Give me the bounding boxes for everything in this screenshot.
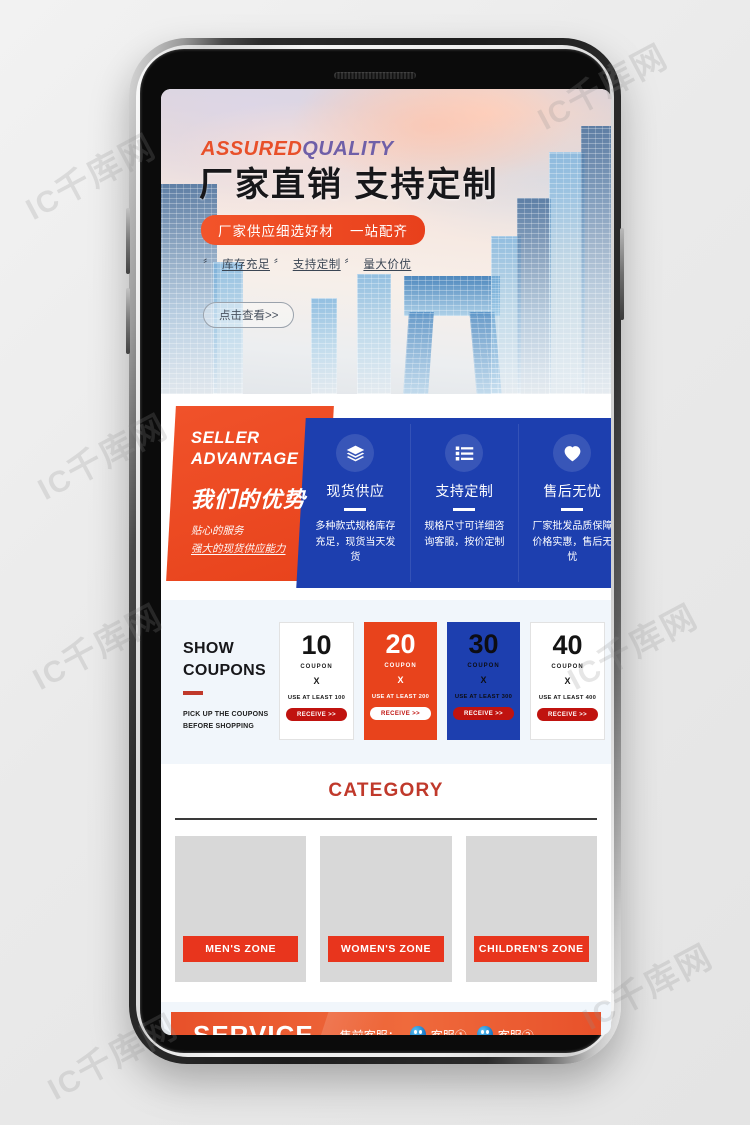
coupon-label: COUPON: [551, 664, 584, 670]
hero-pill-badge: 厂家供应细选好材 一站配齐: [201, 215, 425, 246]
advantage-english-line1: SELLER: [191, 429, 260, 447]
advantage-subtext: 贴心的服务 强大的现货供应能力: [191, 523, 329, 558]
heart-icon: [553, 434, 592, 472]
category-list: MEN'S ZONE WOMEN'S ZONE CHILDREN'S ZONE: [161, 820, 611, 982]
hero-english-heading: ASSUREDQUALITY: [201, 139, 611, 159]
category-title: CATEGORY: [328, 780, 444, 801]
hero-title: 厂家直销 支持定制: [199, 166, 499, 204]
service-bar: SERVICE 售前客服： 客服① 客服②: [171, 1012, 601, 1035]
hero-content: ASSUREDQUALITY 厂家直销 支持定制 厂家供应细选好材 一站配齐 〞库…: [161, 89, 611, 329]
advantage-sub1: 贴心的服务: [191, 525, 244, 538]
quote-mark: 〞: [344, 259, 357, 272]
hero-banner: ASSUREDQUALITY 厂家直销 支持定制 厂家供应细选好材 一站配齐 〞库…: [161, 89, 611, 394]
earpiece-speaker: [334, 72, 416, 79]
hero-tag: 支持定制: [292, 259, 341, 272]
hero-tag: 库存充足: [222, 259, 270, 272]
layers-icon: [336, 434, 375, 472]
coupons-note-line1: PICK UP THE COUPONS: [183, 711, 269, 719]
coupons-heading-block: SHOW COUPONS PICK UP THE COUPONS BEFORE …: [161, 622, 279, 733]
hero-cta-button[interactable]: 点击查看>>: [203, 302, 295, 329]
advantage-english-heading: SELLER ADVANTAGE: [191, 428, 329, 469]
hero-pill-left: 厂家供应细选好材: [218, 224, 334, 240]
coupon-receive-button[interactable]: RECEIVE >>: [452, 707, 514, 720]
coupon-minimum: USE AT LEAST 100: [287, 695, 346, 701]
phone-mockup: ASSUREDQUALITY 厂家直销 支持定制 厂家供应细选好材 一站配齐 〞库…: [126, 38, 624, 1064]
service-agent-link[interactable]: 客服①: [431, 1027, 467, 1036]
volume-down-button[interactable]: [126, 288, 130, 354]
service-section: SERVICE 售前客服： 客服① 客服②: [161, 1002, 611, 1035]
hero-pill-right: 一站配齐: [350, 224, 408, 240]
coupon-card[interactable]: 30 COUPON X USE AT LEAST 300 RECEIVE >>: [447, 622, 520, 740]
quote-mark: 〞: [203, 259, 215, 272]
presale-label: 售前客服：: [340, 1027, 400, 1036]
hero-tag: 量大价优: [363, 259, 412, 272]
phone-bezel: ASSUREDQUALITY 厂家直销 支持定制 厂家供应细选好材 一站配齐 〞库…: [140, 49, 611, 1053]
coupon-label: COUPON: [300, 664, 333, 670]
coupon-mark: X: [397, 675, 404, 685]
hero-english-suffix: QUALITY: [302, 138, 394, 160]
coupon-amount: 30: [468, 629, 499, 659]
coupon-label: COUPON: [467, 663, 500, 669]
hero-tags: 〞库存充足 〞支持定制 〞量大价优: [203, 256, 611, 272]
divider: [561, 508, 584, 511]
list-icon: [445, 434, 483, 472]
coupon-label: COUPON: [384, 663, 417, 669]
category-section: CATEGORY MEN'S ZONE WOMEN'S ZONE CHILDRE…: [161, 764, 611, 1002]
coupon-minimum: USE AT LEAST 400: [538, 695, 597, 701]
service-title: SERVICE: [193, 1019, 314, 1036]
coupon-receive-button[interactable]: RECEIVE >>: [369, 707, 431, 720]
category-item[interactable]: CHILDREN'S ZONE: [465, 836, 597, 982]
category-button[interactable]: CHILDREN'S ZONE: [473, 936, 589, 962]
advantage-heading: 支持定制: [435, 483, 493, 499]
advantage-column-2[interactable]: 支持定制 规格尺寸可详细咨询客服，按价定制: [410, 418, 519, 588]
coupon-card[interactable]: 10 COUPON X USE AT LEAST 100 RECEIVE >>: [279, 622, 354, 740]
advantage-blue-panel: 现货供应 多种款式规格库存充足，现货当天发货 支持定制 规格尺寸可详细咨询客服，…: [296, 418, 611, 588]
advantage-heading: 售后无忧: [543, 483, 602, 499]
divider: [183, 691, 203, 696]
coupon-mark: X: [480, 675, 487, 685]
hero-english-prefix: ASSURED: [201, 138, 303, 160]
coupon-minimum: USE AT LEAST 200: [371, 694, 430, 700]
qq-icon[interactable]: [409, 1026, 426, 1035]
coupon-card[interactable]: 20 COUPON X USE AT LEAST 200 RECEIVE >>: [364, 622, 437, 740]
coupon-minimum: USE AT LEAST 300: [454, 694, 513, 700]
coupon-card-list: 10 COUPON X USE AT LEAST 100 RECEIVE >> …: [279, 622, 611, 740]
phone-screen: ASSUREDQUALITY 厂家直销 支持定制 厂家供应细选好材 一站配齐 〞库…: [161, 89, 611, 1035]
coupons-title: SHOW COUPONS: [183, 638, 279, 681]
advantage-description: 规格尺寸可详细咨询客服，按价定制: [424, 521, 504, 548]
divider: [344, 508, 367, 511]
divider: [453, 508, 475, 511]
coupon-card[interactable]: 40 COUPON X USE AT LEAST 400 RECEIVE >>: [530, 622, 605, 740]
quote-mark: 〞: [273, 259, 286, 272]
service-agent-link[interactable]: 客服②: [498, 1027, 534, 1036]
coupon-amount: 40: [552, 630, 583, 660]
coupons-note-line2: BEFORE SHOPPING: [183, 723, 255, 731]
category-item[interactable]: WOMEN'S ZONE: [320, 836, 452, 982]
advantage-description: 厂家批发品质保障价格实惠，售后无忧: [532, 521, 611, 563]
coupon-amount: 10: [301, 630, 332, 660]
service-contacts: 售前客服： 客服① 客服②: [340, 1026, 534, 1035]
advantage-red-content: SELLER ADVANTAGE 我们的优势 贴心的服务 强大的现货供应能力: [171, 406, 329, 581]
coupon-receive-button[interactable]: RECEIVE >>: [285, 708, 347, 721]
coupon-mark: X: [313, 676, 320, 686]
advantage-sub2: 强大的现货供应能力: [191, 542, 286, 555]
qq-icon[interactable]: [476, 1026, 493, 1035]
advantage-english-line2: ADVANTAGE: [191, 449, 299, 468]
coupon-mark: X: [564, 676, 571, 686]
coupons-section: SHOW COUPONS PICK UP THE COUPONS BEFORE …: [161, 600, 611, 764]
advantage-chinese-title: 我们的优势: [191, 487, 307, 513]
coupon-receive-button[interactable]: RECEIVE >>: [536, 708, 598, 721]
coupon-amount: 20: [385, 629, 416, 659]
category-button[interactable]: WOMEN'S ZONE: [328, 936, 444, 962]
category-button[interactable]: MEN'S ZONE: [183, 936, 299, 962]
category-item[interactable]: MEN'S ZONE: [175, 836, 307, 982]
volume-up-button[interactable]: [126, 208, 130, 274]
power-button[interactable]: [620, 228, 624, 320]
coupons-title-line1: SHOW: [183, 640, 234, 657]
seller-advantage-section: SELLER ADVANTAGE 我们的优势 贴心的服务 强大的现货供应能力 现…: [161, 394, 611, 600]
advantage-column-3[interactable]: 售后无忧 厂家批发品质保障价格实惠，售后无忧: [518, 418, 611, 588]
coupons-note: PICK UP THE COUPONS BEFORE SHOPPING: [183, 709, 279, 733]
coupons-title-line2: COUPONS: [183, 661, 266, 679]
